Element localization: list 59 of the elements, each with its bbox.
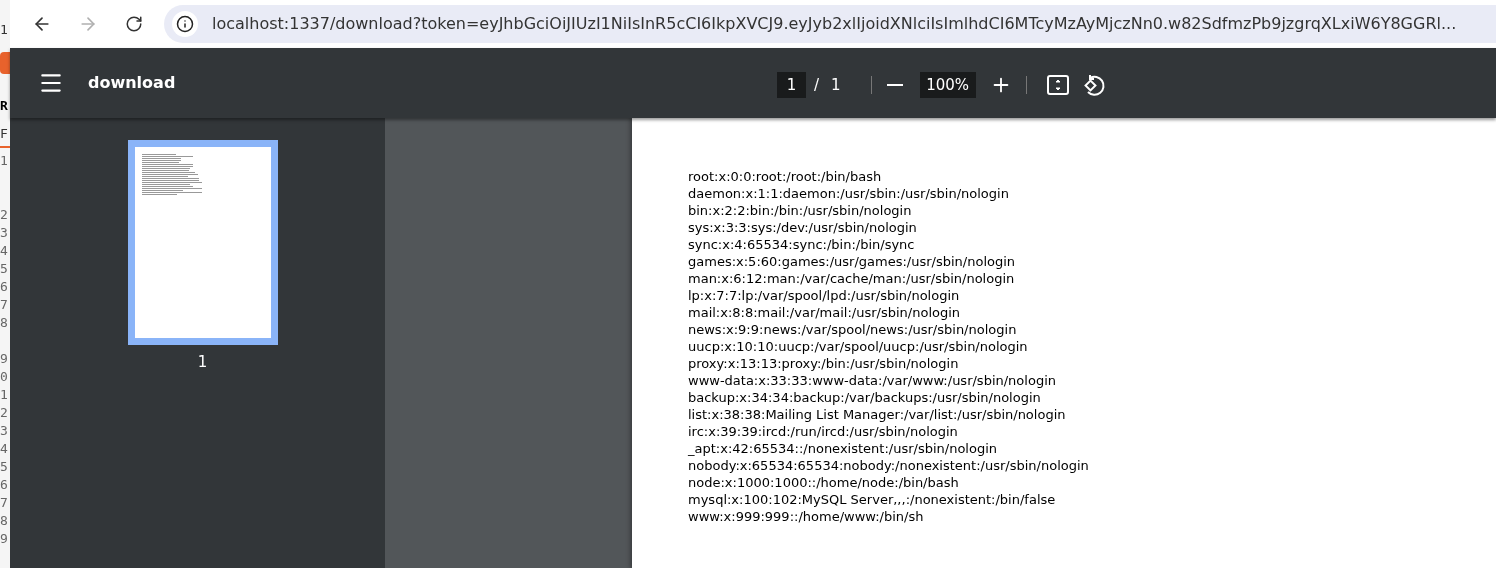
text-line: bin:x:2:2:bin:/bin:/usr/sbin/nologin xyxy=(688,202,912,219)
line-number: 2 xyxy=(0,404,9,422)
line-number: 3 xyxy=(0,224,9,242)
line-number: 3 xyxy=(0,422,9,440)
heading: R xyxy=(0,98,9,114)
line-number: 6 xyxy=(0,278,9,296)
text-line: sys:x:3:3:sys:/dev:/usr/sbin/nologin xyxy=(688,219,917,236)
line-number: 2 xyxy=(0,206,9,224)
reload-icon xyxy=(125,15,143,33)
line-number: 0 xyxy=(0,368,9,386)
url-text: localhost:1337/download?token=eyJhbGciOiJIUzI1NiIsInR5cCI6IkpXVCJ9.eyJyb2xlIjoidXNlciIsImlhdCI6MTcyMzAyMjczNn0.w82SdfmzPb9jzgrqXLxiW6Y8GGRl... xyxy=(212,13,1457,35)
text-line: proxy:x:13:13:proxy:/bin:/usr/sbin/nologin xyxy=(688,355,959,372)
text-line: _apt:x:42:65534::/nonexistent:/usr/sbin/nologin xyxy=(688,440,997,457)
field-label: F xyxy=(0,126,9,142)
address-bar[interactable]: localhost:1337/download?token=eyJhbGciOiJIUzI1NiIsInR5cCI6IkpXVCJ9.eyJyb2xlIjoidXNlciIsImlhdCI6MTcyMzAyMjczNn0.w82SdfmzPb9jzgrqXLxiW6Y8GGRl... xyxy=(164,5,1496,43)
page-separator: / xyxy=(814,74,820,96)
document-title: download xyxy=(88,72,176,94)
page-number-field[interactable]: 1 xyxy=(777,72,806,98)
thumbnail-label: 1 xyxy=(197,352,208,373)
fit-page-icon xyxy=(1045,74,1070,96)
site-info-icon[interactable] xyxy=(172,11,198,37)
tab-label: 1 xyxy=(0,22,9,38)
line-number: 5 xyxy=(0,458,9,476)
text-line: daemon:x:1:1:daemon:/usr/sbin:/usr/sbin/nologin xyxy=(688,185,1009,202)
text-line: www-data:x:33:33:www-data:/var/www:/usr/sbin/nologin xyxy=(688,372,1056,389)
line-number: 8 xyxy=(0,314,9,332)
text-line: irc:x:39:39:ircd:/run/ircd:/usr/sbin/nologin xyxy=(688,423,958,440)
line-number: 1 xyxy=(0,152,9,170)
text-line: man:x:6:12:man:/var/cache/man:/usr/sbin/nologin xyxy=(688,270,1015,287)
text-line: backup:x:34:34:backup:/var/backups:/usr/sbin/nologin xyxy=(688,389,1041,406)
fit-page-button[interactable] xyxy=(1044,72,1071,98)
line-number: 8 xyxy=(0,512,9,530)
minus-icon xyxy=(886,84,903,86)
line-number: 9 xyxy=(0,350,9,368)
text-line: nobody:x:65534:65534:nobody:/nonexistent:/usr/sbin/nologin xyxy=(688,457,1089,474)
line-number: 5 xyxy=(0,260,9,278)
text-line: root:x:0:0:root:/root:/bin/bash xyxy=(688,168,882,185)
text-line: lp:x:7:7:lp:/var/spool/lpd:/usr/sbin/nologin xyxy=(688,287,960,304)
line-number: 4 xyxy=(0,242,9,260)
text-line: mysql:x:100:102:MySQL Server,,,:/nonexistent:/bin/false xyxy=(688,491,1056,508)
rotate-icon xyxy=(1081,73,1106,97)
text-line: list:x:38:38:Mailing List Manager:/var/list:/usr/sbin/nologin xyxy=(688,406,1066,423)
text-line: games:x:5:60:games:/usr/games:/usr/sbin/nologin xyxy=(688,253,1016,270)
text-line: mail:x:8:8:mail:/var/mail:/usr/sbin/nologin xyxy=(688,304,961,321)
text-line: www:x:999:999::/home/www:/bin/sh xyxy=(688,508,924,525)
text-line: node:x:1000:1000::/home/node:/bin/bash xyxy=(688,474,959,491)
text-line: news:x:9:9:news:/var/spool/news:/usr/sbin/nologin xyxy=(688,321,1017,338)
page-thumbnail[interactable] xyxy=(127,140,278,345)
line-number: 7 xyxy=(0,296,9,314)
line-number: 9 xyxy=(0,530,9,548)
line-number: 1 xyxy=(0,386,9,404)
line-number: 6 xyxy=(0,476,9,494)
text-line: uucp:x:10:10:uucp:/var/spool/uucp:/usr/sbin/nologin xyxy=(688,338,1028,355)
zoom-field[interactable]: 100% xyxy=(919,72,976,98)
text-line: sync:x:4:65534:sync:/bin:/bin/sync xyxy=(688,236,915,253)
button-edge xyxy=(0,52,10,74)
line-number: 4 xyxy=(0,440,9,458)
page-count: 1 xyxy=(831,74,841,96)
line-number: 7 xyxy=(0,494,9,512)
